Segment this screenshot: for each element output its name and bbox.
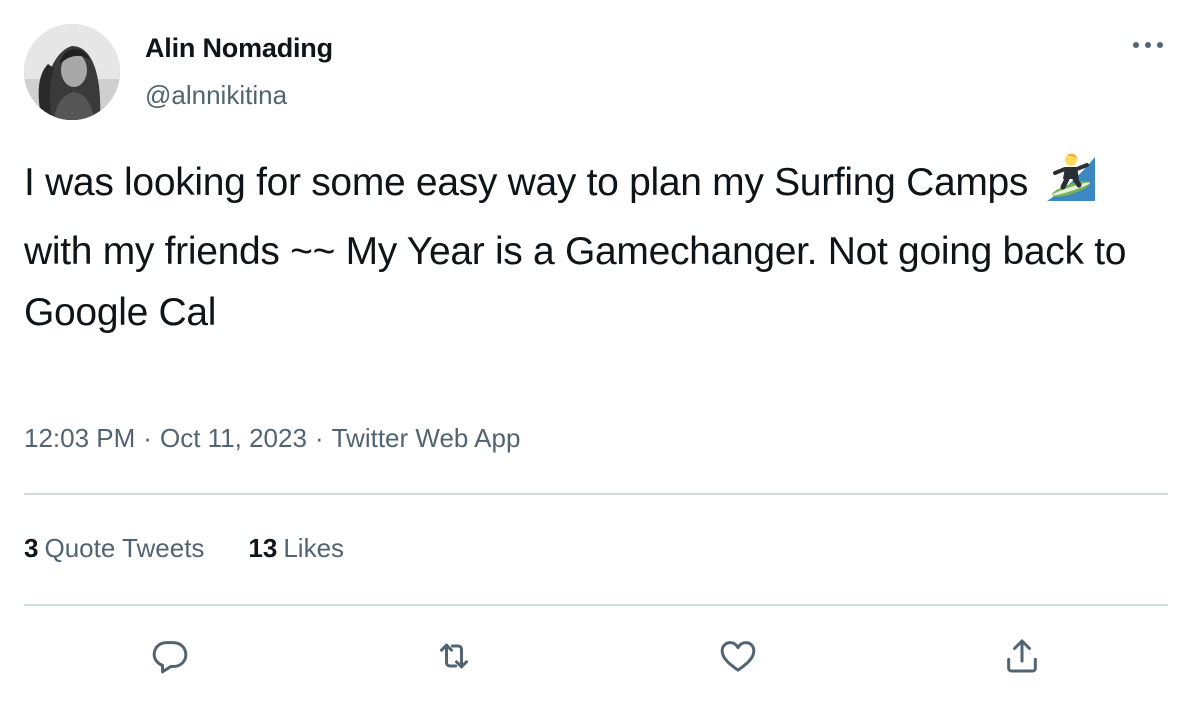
meta-separator: ·: [143, 423, 152, 453]
quote-tweets-stat[interactable]: 3 Quote Tweets: [24, 533, 204, 564]
like-button[interactable]: [714, 632, 762, 680]
tweet-text: I was looking for some easy way to plan …: [24, 151, 1164, 343]
likes-count: 13: [248, 533, 278, 563]
tweet-stats: 3 Quote Tweets 13 Likes: [24, 533, 388, 564]
likes-label: Likes: [283, 533, 345, 563]
author-handle[interactable]: @alnnikitina: [145, 80, 287, 111]
tweet-time[interactable]: 12:03 PM: [24, 423, 135, 453]
avatar-image: [24, 24, 120, 120]
tweet-source[interactable]: Twitter Web App: [332, 423, 521, 453]
avatar[interactable]: [24, 24, 120, 120]
tweet-text-part1: I was looking for some easy way to plan …: [24, 161, 1029, 204]
divider: [24, 493, 1168, 495]
more-horizontal-icon: [1133, 42, 1163, 48]
retweet-button[interactable]: [430, 632, 478, 680]
meta-separator: ·: [314, 423, 324, 453]
share-icon: [1007, 639, 1037, 673]
tweet-metadata: 12:03 PM · Oct 11, 2023 · Twitter Web App: [24, 423, 520, 454]
quote-tweets-count: 3: [24, 533, 39, 563]
divider: [24, 604, 1168, 606]
reply-icon: [152, 641, 188, 674]
tweet-text-part2: with my friends ~~ My Year is a Gamechan…: [24, 230, 1127, 334]
tweet-card: Alin Nomading @alnnikitina I was looking…: [0, 0, 1192, 728]
more-options-button[interactable]: [1126, 30, 1170, 60]
share-button[interactable]: [998, 632, 1046, 680]
quote-tweets-label: Quote Tweets: [44, 533, 205, 563]
likes-stat[interactable]: 13 Likes: [248, 533, 344, 564]
tweet-date[interactable]: Oct 11, 2023: [160, 423, 307, 453]
heart-icon: [720, 641, 756, 672]
author-name[interactable]: Alin Nomading: [145, 33, 333, 64]
retweet-icon: [440, 643, 468, 669]
surfer-emoji-icon: [1043, 151, 1099, 221]
reply-button[interactable]: [146, 632, 194, 680]
